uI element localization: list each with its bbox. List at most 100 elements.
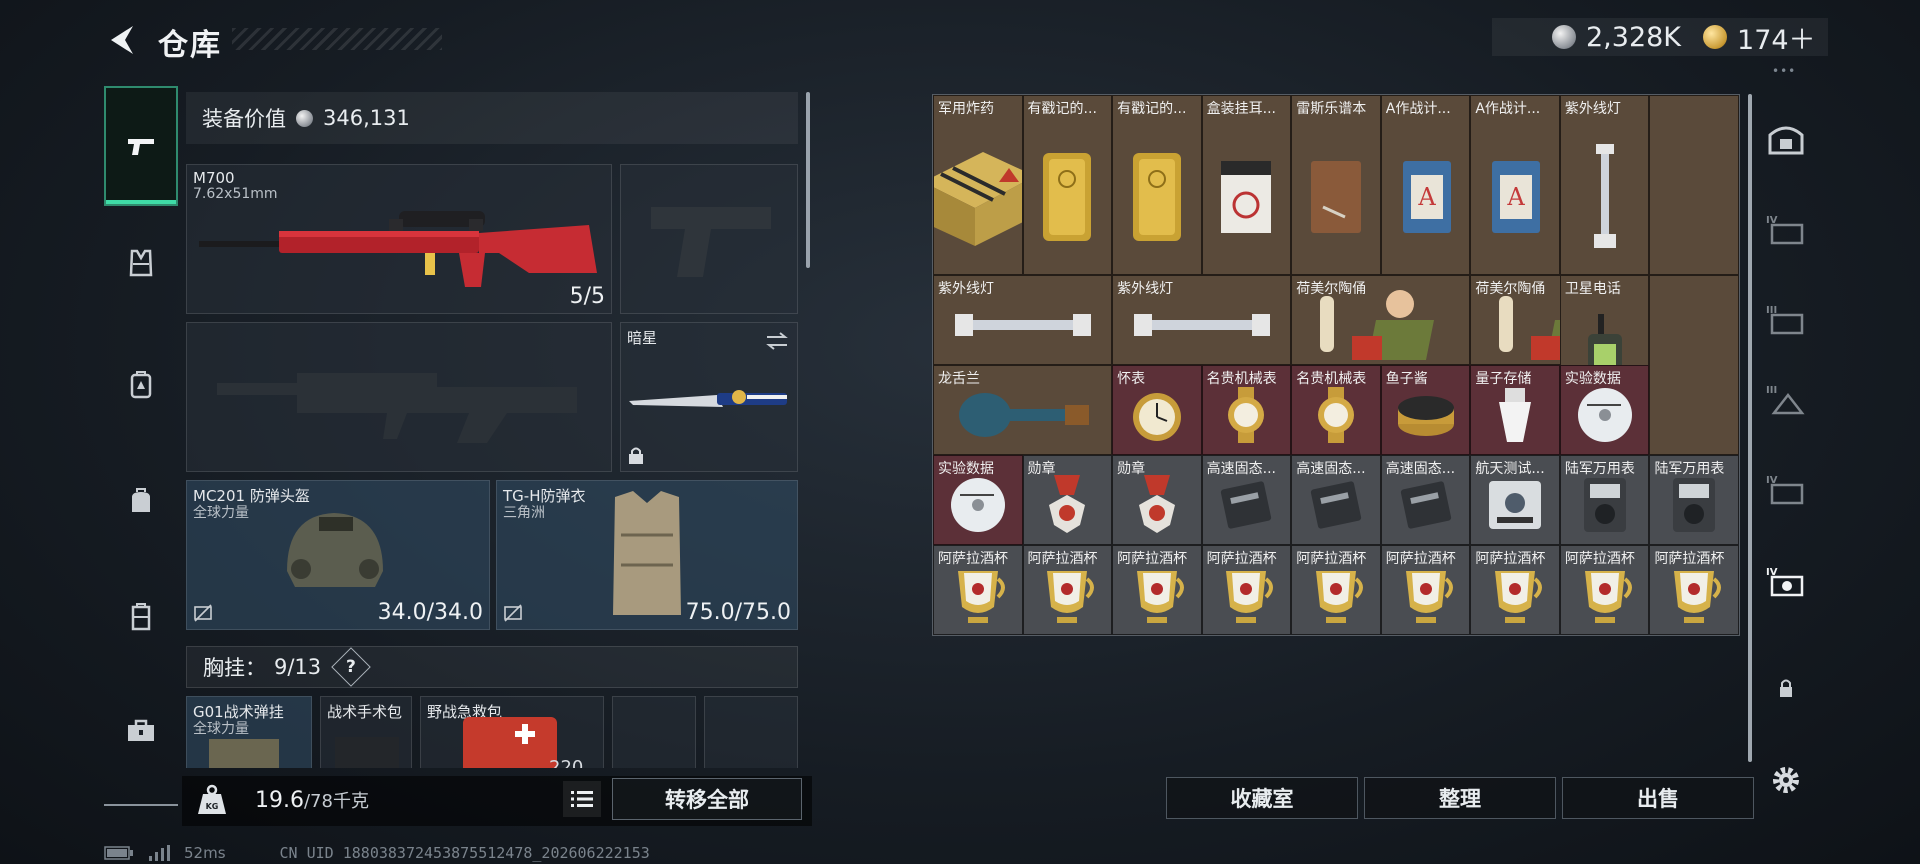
empty-slot[interactable] [704, 696, 798, 768]
nav-case[interactable] [104, 580, 178, 654]
storage-item[interactable]: 紫外线灯 [1112, 275, 1292, 365]
storage-item[interactable]: 鱼子酱 [1380, 365, 1471, 455]
cup-icon [1308, 563, 1364, 631]
storage-item[interactable]: 阿萨拉酒杯 [1380, 545, 1471, 635]
storage-item[interactable]: 阿萨拉酒杯 [933, 545, 1023, 635]
armor-slot[interactable]: TG-H防弹衣 三角洲 75.0/75.0 [496, 480, 798, 630]
armor-durability: 75.0/75.0 [685, 600, 791, 625]
gold-currency-value[interactable]: 174＋ [1737, 18, 1816, 57]
storage-item[interactable]: 实验数据 [1559, 365, 1650, 455]
storage-item[interactable]: 陆军万用表 [1559, 455, 1650, 545]
inventory-item[interactable]: 野战急救包 220 [420, 696, 604, 768]
weight-icon: KG [198, 784, 226, 814]
equipment-value: 346,131 [323, 106, 410, 130]
svg-text:KG: KG [206, 802, 219, 811]
nav-bag[interactable] [104, 464, 178, 538]
storage-item-label: A作战计... [1385, 101, 1451, 117]
storage-item[interactable]: 紫外线灯 [933, 275, 1113, 365]
storage-scrollbar[interactable] [1748, 94, 1752, 762]
storage-tab-iv-a[interactable]: IV [1758, 200, 1814, 260]
storage-tab-locked[interactable] [1758, 658, 1814, 718]
nav-weapons[interactable] [104, 86, 178, 206]
storage-item-label: 鱼子酱 [1385, 371, 1428, 387]
helmet-slot[interactable]: MC201 防弹头盔 全球力量 34.0/34.0 [186, 480, 490, 630]
organize-button[interactable]: 整理 [1364, 777, 1556, 819]
uv-lamp-v-icon [1590, 142, 1620, 256]
storage-item[interactable]: 阿萨拉酒杯 [1112, 545, 1202, 635]
disc-icon [1575, 385, 1635, 449]
storage-item[interactable]: 阿萨拉酒杯 [1559, 545, 1650, 635]
surgery-kit-image [335, 737, 399, 768]
storage-item[interactable]: 高速固态... [1201, 455, 1292, 545]
help-icon[interactable]: ? [331, 647, 371, 687]
silver-currency-value: 2,328K [1586, 21, 1682, 53]
storage-item[interactable]: 有戳记的... [1022, 95, 1113, 275]
storage-tab-iv-b[interactable]: IV [1758, 460, 1814, 520]
storage-item[interactable]: A作战计... A [1470, 95, 1560, 275]
secondary-weapon-slot[interactable] [186, 322, 612, 472]
sidearm-slot[interactable] [620, 164, 798, 314]
storage-tab-iii-a[interactable]: III [1758, 290, 1814, 350]
melee-slot[interactable]: 暗星 [620, 322, 798, 472]
storage-item[interactable]: 高速固态... [1291, 455, 1381, 545]
storage-item[interactable]: 阿萨拉酒杯 [1470, 545, 1560, 635]
storage-item[interactable]: 雷斯乐谱本 [1291, 95, 1381, 275]
list-view-button[interactable] [563, 781, 601, 817]
storage-item[interactable]: 名贵机械表 [1291, 365, 1381, 455]
storage-empty-cell[interactable] [1649, 275, 1739, 455]
storage-tab-iv-active[interactable]: IV [1758, 552, 1814, 612]
storage-empty-cell[interactable] [1649, 95, 1739, 275]
nav-chest-rig[interactable] [104, 226, 178, 300]
storage-level-icon: IV [1766, 475, 1804, 505]
transfer-all-button[interactable]: 转移全部 [612, 778, 802, 820]
storage-item[interactable]: A作战计... A [1380, 95, 1471, 275]
storage-item[interactable]: 龙舌兰 [933, 365, 1113, 455]
storage-item[interactable]: 勋章 [1112, 455, 1202, 545]
list-icon [571, 791, 593, 807]
storage-item-label: 卫星电话 [1564, 281, 1621, 297]
storage-item[interactable]: 高速固态... [1380, 455, 1471, 545]
storage-item[interactable]: 航天测试... [1470, 455, 1560, 545]
no-repair-icon [504, 604, 522, 622]
storage-item[interactable]: 勋章 [1022, 455, 1113, 545]
nav-toolbox[interactable] [104, 694, 178, 768]
svg-text:III: III [1766, 385, 1777, 396]
storage-item[interactable]: 阿萨拉酒杯 [1291, 545, 1381, 635]
storage-tab-iii-b[interactable]: III [1758, 370, 1814, 430]
storage-item[interactable]: 陆军万用表 [1649, 455, 1739, 545]
storage-item[interactable]: 荷美尔陶俑 [1291, 275, 1471, 365]
swap-icon[interactable] [765, 331, 789, 351]
storage-item[interactable]: 怀表 [1112, 365, 1202, 455]
inventory-item[interactable]: 战术手术包 [320, 696, 412, 768]
empty-slot[interactable] [612, 696, 696, 768]
nav-backpack[interactable] [104, 348, 178, 422]
settings-button[interactable] [1758, 750, 1814, 810]
device-icon [1483, 475, 1547, 539]
storage-item[interactable]: 有戳记的... [1112, 95, 1202, 275]
collection-room-button[interactable]: 收藏室 [1166, 777, 1358, 819]
storage-item[interactable]: 盒装挂耳... [1201, 95, 1292, 275]
storage-item[interactable]: 阿萨拉酒杯 [1022, 545, 1113, 635]
storage-item[interactable]: 名贵机械表 [1201, 365, 1292, 455]
category-nav [104, 86, 178, 806]
storage-item[interactable]: 阿萨拉酒杯 [1201, 545, 1292, 635]
chest-rig-slot[interactable]: G01战术弹挂 全球力量 [186, 696, 312, 768]
chest-rig-brand: 全球力量 [193, 721, 249, 737]
storage-item[interactable]: 实验数据 [933, 455, 1023, 545]
weapon-name: M700 [193, 169, 235, 187]
equipment-panel: 装备价值 346,131 M700 7.62x51mm 5/5 暗星 MC201… [186, 92, 810, 768]
cup-icon [1129, 563, 1185, 631]
plan-book-icon: A [1397, 157, 1455, 241]
storage-item[interactable]: 紫外线灯 [1559, 95, 1650, 275]
sell-button[interactable]: 出售 [1562, 777, 1754, 819]
equipment-scrollbar[interactable] [806, 92, 810, 268]
storage-item[interactable]: 军用炸药 [933, 95, 1023, 275]
multimeter-icon [1667, 474, 1721, 540]
storage-tab-main[interactable] [1758, 110, 1814, 170]
back-button[interactable] [100, 18, 144, 62]
storage-item-label: 量子存储 [1475, 371, 1532, 387]
storage-item[interactable]: 量子存储 [1470, 365, 1560, 455]
storage-item[interactable]: 阿萨拉酒杯 [1649, 545, 1739, 635]
primary-weapon-slot[interactable]: M700 7.62x51mm 5/5 [186, 164, 612, 314]
cup-icon [1666, 563, 1722, 631]
